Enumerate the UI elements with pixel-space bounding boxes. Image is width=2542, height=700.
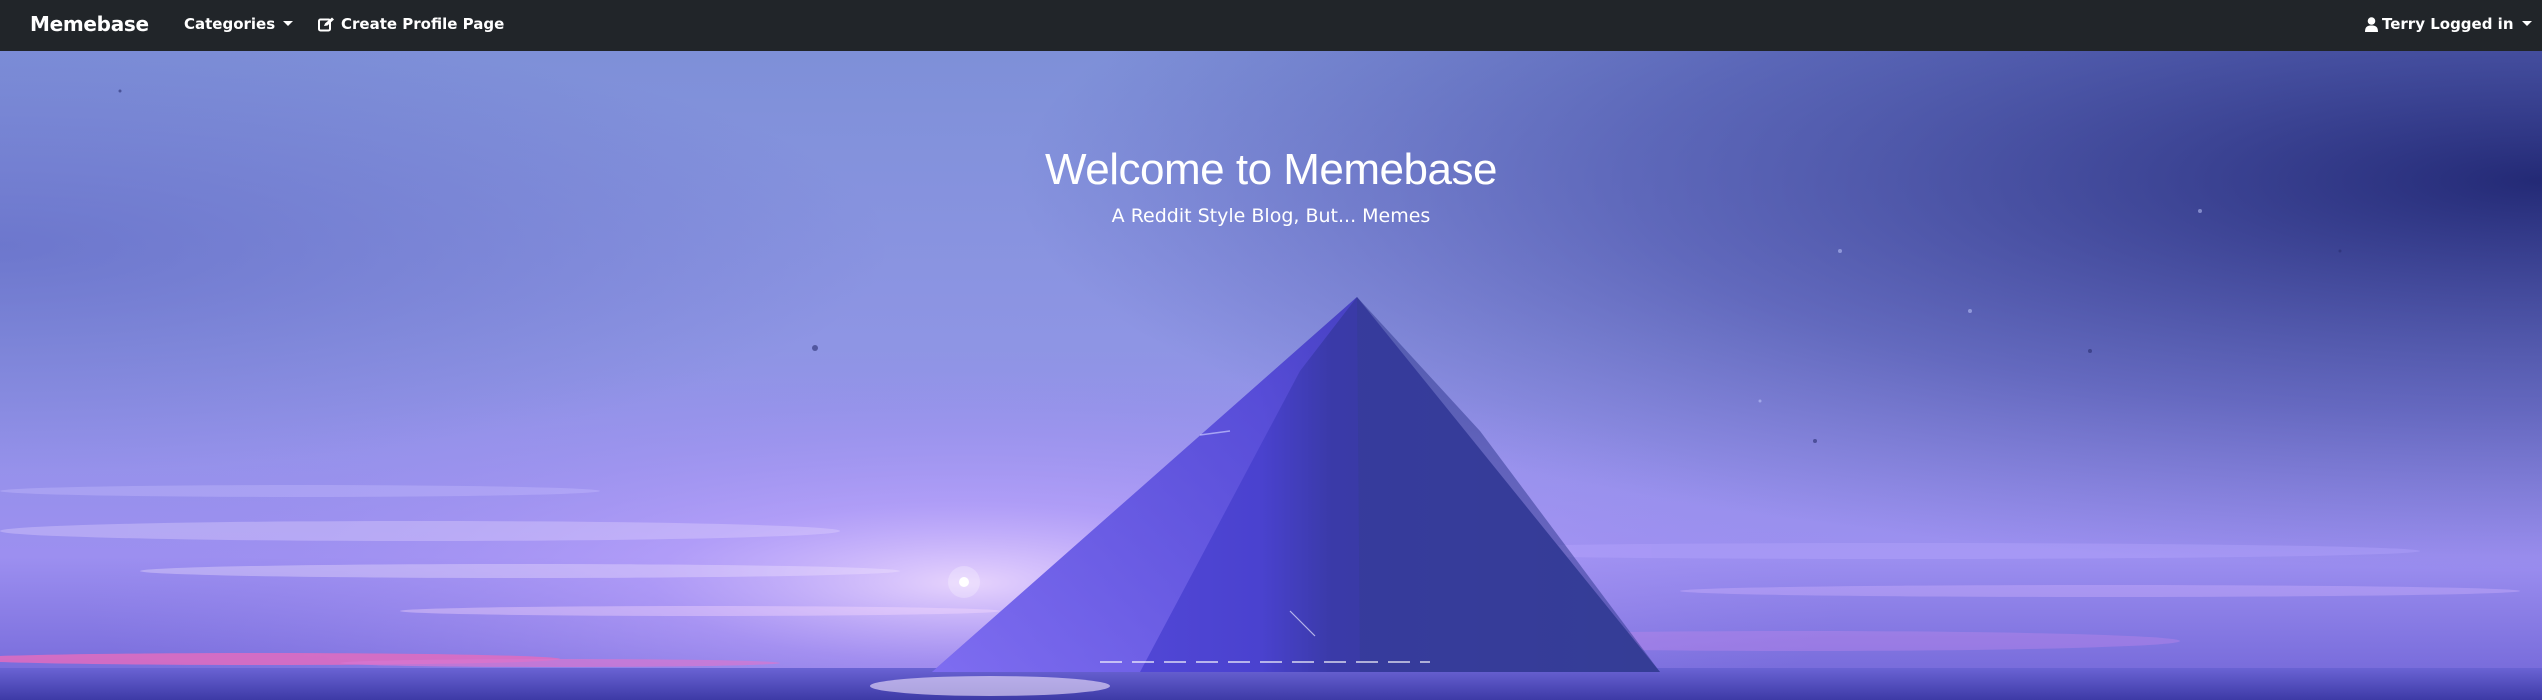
caret-down-icon xyxy=(283,20,294,26)
user-menu-dropdown[interactable]: Terry Logged in xyxy=(2365,15,2532,33)
create-profile-label: Create Profile Page xyxy=(341,15,505,33)
categories-dropdown[interactable]: Categories xyxy=(184,15,294,33)
hero-title: Welcome to Memebase xyxy=(1045,145,1497,194)
user-menu-label: Terry Logged in xyxy=(2382,15,2514,33)
create-profile-link[interactable]: Create Profile Page xyxy=(318,15,504,33)
hero-banner: Welcome to Memebase A Reddit Style Blog,… xyxy=(0,51,2542,700)
edit-icon xyxy=(318,17,335,32)
user-icon xyxy=(2365,16,2378,32)
caret-down-icon xyxy=(2521,20,2532,26)
hero-subtitle: A Reddit Style Blog, But... Memes xyxy=(1111,205,1431,227)
categories-label: Categories xyxy=(184,15,276,33)
brand-logo-link[interactable]: Memebase xyxy=(30,12,149,36)
top-navbar: Memebase Categories Create Profile Page … xyxy=(0,0,2542,51)
